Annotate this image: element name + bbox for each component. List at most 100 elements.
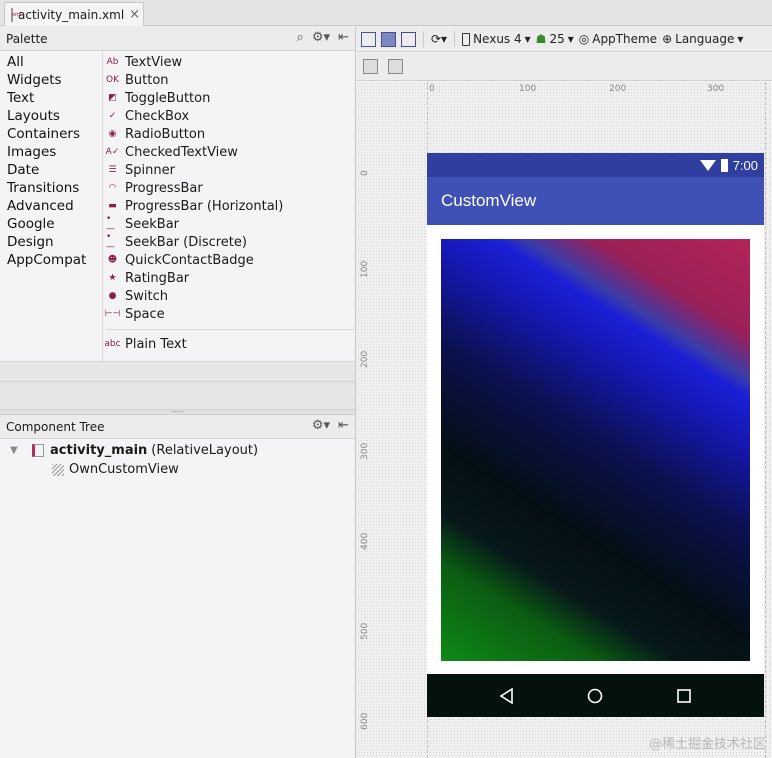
ruler-tick: 200 <box>609 84 627 94</box>
palette-item-label: ToggleButton <box>125 90 211 106</box>
navigation-bar <box>427 674 764 717</box>
palette-item[interactable]: ▬ ProgressBar (Horizontal) <box>106 197 354 215</box>
palette-title: Palette <box>6 31 48 46</box>
tab-title: activity_main.xml <box>18 7 125 22</box>
theme-icon: ◎ <box>578 32 590 46</box>
plaintext-icon: abc <box>104 339 121 349</box>
palette-item-label: CheckedTextView <box>125 144 238 160</box>
gear-icon[interactable]: ⚙▾ <box>312 418 330 433</box>
hide-panel-icon[interactable]: ⇤ <box>338 30 349 45</box>
palette-category-text[interactable]: Text <box>0 89 100 107</box>
palette-item[interactable]: ⊢⊣ Space <box>105 305 354 323</box>
palette-item[interactable]: ◩ ToggleButton <box>106 89 354 107</box>
editor-tab-bar: activity_main.xml × <box>0 0 772 26</box>
app-title: CustomView <box>441 191 537 210</box>
palette-category-appcompat[interactable]: AppCompat <box>0 251 100 269</box>
palette-category-date[interactable]: Date <box>0 161 100 179</box>
close-icon[interactable]: × <box>129 7 140 22</box>
palette-category-images[interactable]: Images <box>0 143 100 161</box>
component-tree-header: Component Tree ⚙▾ ⇤ <box>0 415 355 439</box>
tab-activity-main[interactable]: activity_main.xml × <box>4 2 144 26</box>
tree-node-root[interactable]: ▼ activity_main (RelativeLayout) <box>0 441 355 460</box>
palette-item[interactable]: ★ RatingBar <box>106 269 354 287</box>
palette-item-label: QuickContactBadge <box>125 252 254 268</box>
rotate-icon: ⟳▾ <box>431 32 448 46</box>
orientation-button[interactable]: ⟳▾ <box>431 32 447 46</box>
toolbar-separator <box>423 31 424 47</box>
palette-item-label: Plain Text <box>125 336 187 352</box>
textview-icon: Ab <box>106 57 119 67</box>
palette-header: Palette ⌕ ⚙▾ ⇤ <box>0 27 355 51</box>
back-icon[interactable] <box>499 687 515 704</box>
theme-selector[interactable]: ◎ AppTheme <box>579 32 657 46</box>
tree-node-child[interactable]: OwnCustomView <box>0 460 355 479</box>
palette-item[interactable]: ☰ Spinner <box>106 161 354 179</box>
palette-item[interactable]: •— SeekBar (Discrete) <box>106 232 354 252</box>
device-selector[interactable]: Nexus 4 ▾ <box>462 32 531 46</box>
child-name: OwnCustomView <box>69 462 179 477</box>
expand-arrow-icon[interactable]: ▼ <box>10 445 26 456</box>
globe-icon: ⊕ <box>662 32 673 46</box>
blueprint-view-icon[interactable] <box>381 31 396 47</box>
design-view-icon[interactable] <box>361 31 376 47</box>
checkbox-icon: ✓ <box>108 111 117 121</box>
zoom-fit-icon[interactable] <box>363 59 378 74</box>
recents-icon[interactable] <box>676 688 692 704</box>
relativelayout-icon <box>32 444 44 457</box>
palette-item[interactable]: ✓ CheckBox <box>106 107 354 125</box>
palette-category-transitions[interactable]: Transitions <box>0 179 100 197</box>
watermark: @稀土掘金技术社区 <box>648 737 766 752</box>
hide-panel-icon[interactable]: ⇤ <box>338 418 349 433</box>
checkedtextview-icon: A✓ <box>105 147 120 157</box>
palette-category-design[interactable]: Design <box>0 233 100 251</box>
split-view-icon[interactable] <box>401 31 416 47</box>
zoom-actual-icon[interactable] <box>388 59 403 74</box>
ratingbar-icon: ★ <box>108 273 117 283</box>
palette-category-widgets[interactable]: Widgets <box>0 71 100 89</box>
palette-item-label: SeekBar (Discrete) <box>125 234 247 250</box>
design-canvas[interactable]: 0 100 200 300 0 100 200 300 400 500 600 … <box>357 82 772 758</box>
ruler-tick: 400 <box>360 532 370 550</box>
device-preview[interactable]: 7:00 CustomView <box>427 153 764 717</box>
palette-item-label: RatingBar <box>125 270 190 286</box>
android-icon: ☗ <box>535 32 547 46</box>
home-icon[interactable] <box>587 688 603 704</box>
ruler-tick: 0 <box>360 170 370 176</box>
gear-icon[interactable]: ⚙▾ <box>312 30 330 45</box>
guide-line <box>765 82 766 758</box>
ruler-tick: 500 <box>360 622 370 640</box>
button-icon: OK <box>106 75 119 85</box>
palette-category-containers[interactable]: Containers <box>0 125 100 143</box>
own-custom-view[interactable] <box>441 239 750 661</box>
ruler-tick: 100 <box>519 84 537 94</box>
palette-item[interactable]: •— SeekBar <box>106 214 354 234</box>
app-bar: CustomView <box>427 177 764 225</box>
palette-item[interactable]: A✓ CheckedTextView <box>106 143 354 161</box>
quickcontactbadge-icon: ☻ <box>107 255 118 265</box>
palette-item[interactable]: OK Button <box>106 71 354 89</box>
component-tree: ▼ activity_main (RelativeLayout) OwnCust… <box>0 439 355 479</box>
api-level: 25 <box>549 32 565 46</box>
ruler-tick: 100 <box>360 260 370 278</box>
palette-category-advanced[interactable]: Advanced <box>0 197 100 215</box>
palette-item[interactable]: ◉ RadioButton <box>106 125 354 143</box>
palette-item[interactable]: ☻ QuickContactBadge <box>106 251 354 269</box>
palette-item-label: Switch <box>125 288 168 304</box>
language-selector[interactable]: ⊕ Language ▾ <box>662 32 743 46</box>
palette-item[interactable]: Ab TextView <box>106 53 354 71</box>
palette-item-label: Spinner <box>125 162 175 178</box>
vertical-ruler: 0 100 200 300 400 500 600 <box>357 96 373 758</box>
palette-item-label: RadioButton <box>125 126 206 142</box>
customview-icon <box>52 463 64 476</box>
palette-category-google[interactable]: Google <box>0 215 100 233</box>
palette-category-all[interactable]: All <box>0 53 100 71</box>
palette-item[interactable]: ● Switch <box>106 287 354 305</box>
palette-item[interactable]: abc Plain Text <box>104 335 354 353</box>
ruler-tick: 300 <box>707 84 725 94</box>
api-selector[interactable]: ☗ 25 ▾ <box>536 32 574 46</box>
palette-item[interactable]: ◠ ProgressBar <box>106 179 354 197</box>
search-icon[interactable]: ⌕ <box>297 30 304 45</box>
palette-category-layouts[interactable]: Layouts <box>0 107 100 125</box>
seekbar-icon: •— <box>106 214 115 234</box>
ruler-tick: 0 <box>429 84 435 94</box>
